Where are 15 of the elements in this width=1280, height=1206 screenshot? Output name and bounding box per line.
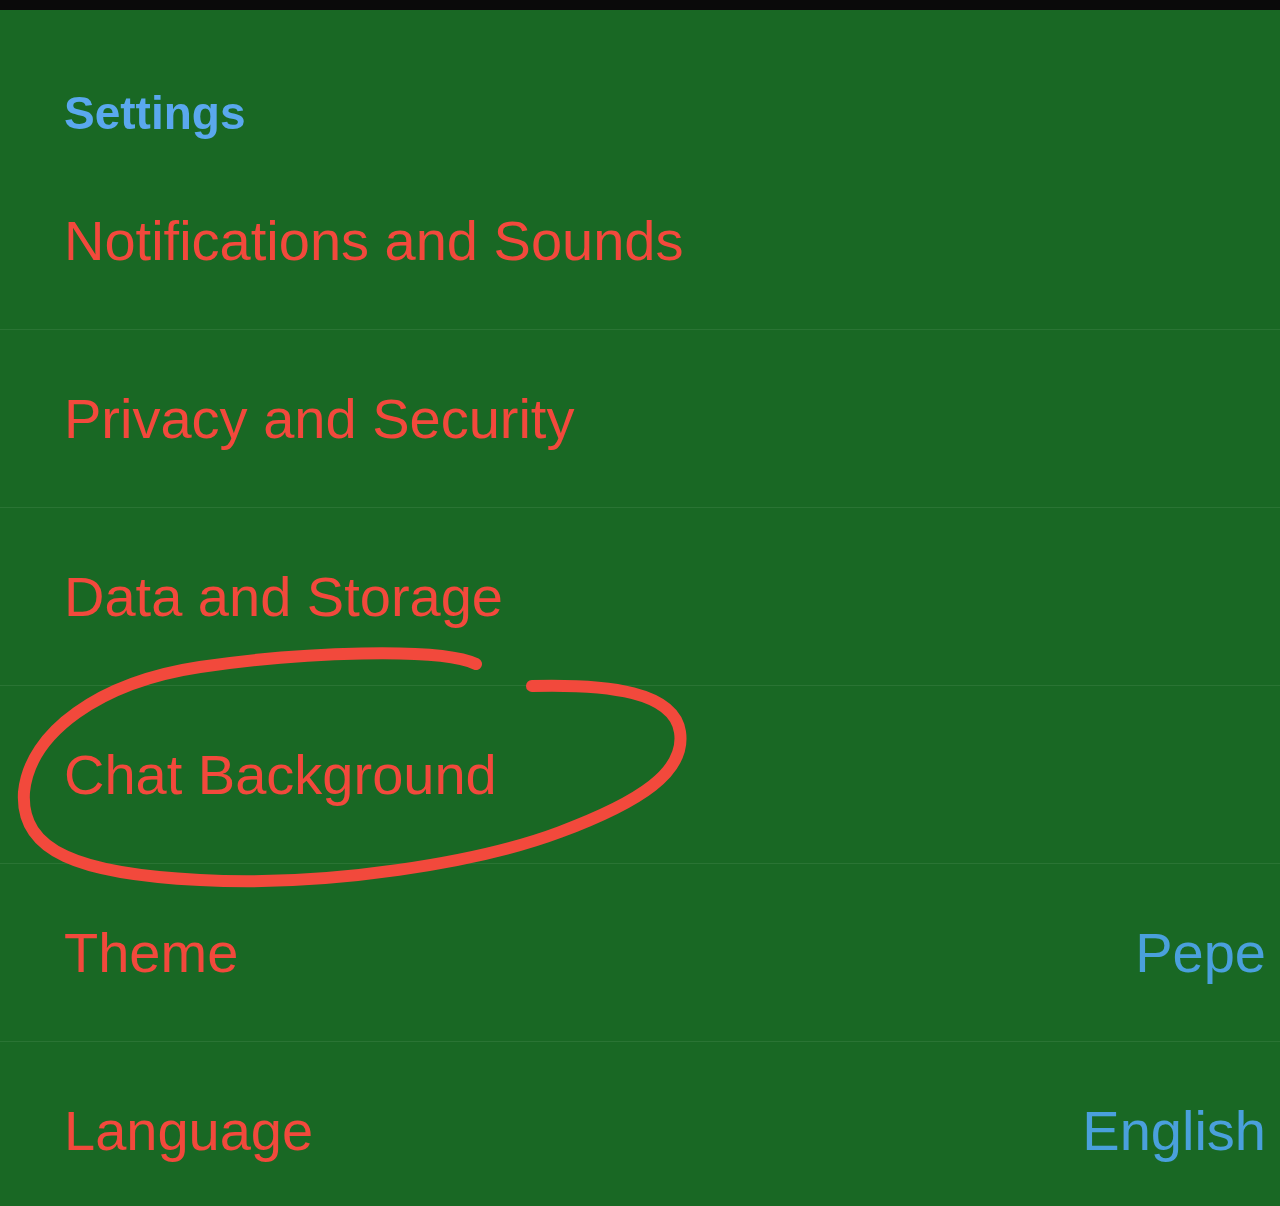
- item-label: Chat Background: [64, 742, 497, 807]
- item-label: Theme: [64, 920, 239, 985]
- item-label: Notifications and Sounds: [64, 208, 684, 273]
- item-value: Pepe: [1135, 920, 1266, 985]
- section-title: Settings: [64, 87, 246, 139]
- settings-item[interactable]: Language English: [0, 1042, 1280, 1206]
- item-value: English: [1082, 1098, 1266, 1163]
- settings-item[interactable]: Data and Storage: [0, 508, 1280, 686]
- item-label: Privacy and Security: [64, 386, 575, 451]
- settings-item[interactable]: Privacy and Security: [0, 330, 1280, 508]
- item-label: Data and Storage: [64, 564, 503, 629]
- item-label: Language: [64, 1098, 314, 1163]
- settings-item[interactable]: Chat Background: [0, 686, 1280, 864]
- settings-item[interactable]: Notifications and Sounds: [0, 152, 1280, 330]
- settings-item[interactable]: Theme Pepe: [0, 864, 1280, 1042]
